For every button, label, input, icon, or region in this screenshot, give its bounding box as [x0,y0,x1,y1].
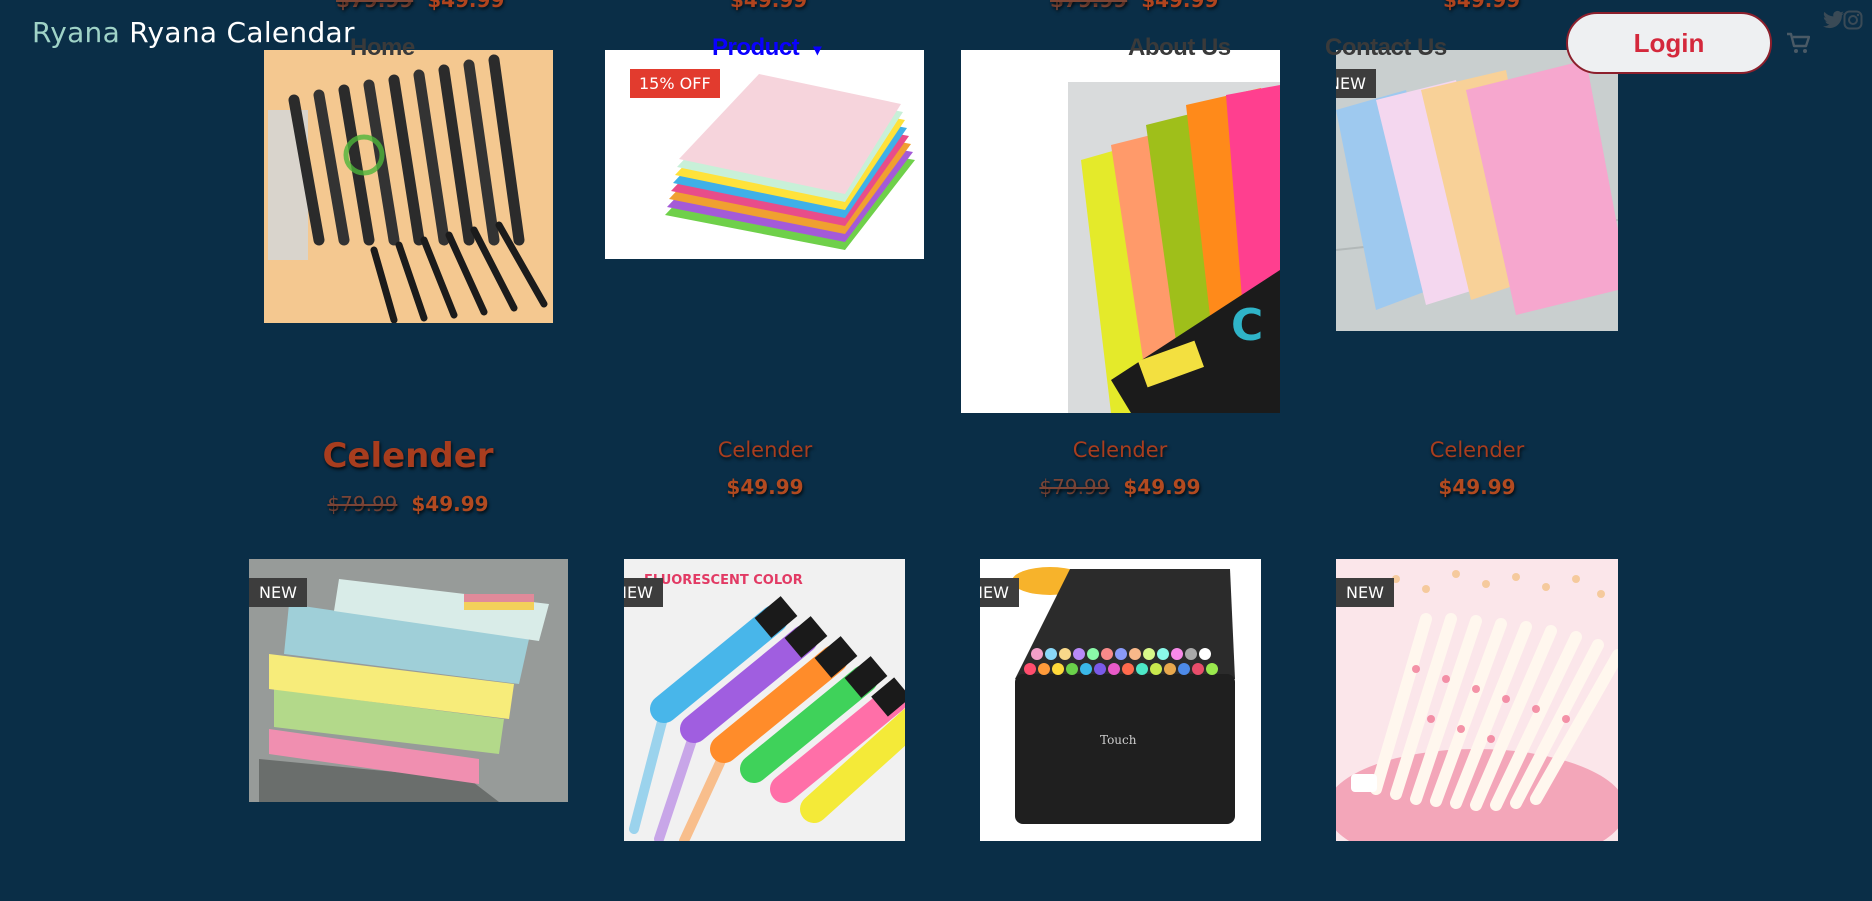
new-badge: NEW [1336,69,1376,98]
price: $49.99 [730,0,808,12]
product-image-colored-paper[interactable]: 15% OFF [605,50,924,259]
product-image-cute-pens[interactable]: NEW [1336,559,1618,841]
cutoff-price-2: $49.99 [730,0,807,12]
brand-logo[interactable]: Ryana Ryana Calendar [32,16,355,49]
nav-home[interactable]: Home [350,34,415,62]
svg-text:C: C [1231,300,1263,351]
sale-price: $49.99 [1438,475,1516,499]
cutoff-price-3: $79.99 $49.99 [1050,0,1218,12]
nav-about[interactable]: About Us [1128,34,1231,62]
neon-paper-illustration: C [961,50,1280,413]
instagram-icon[interactable] [1843,10,1863,34]
twitter-icon[interactable] [1823,10,1845,34]
product-image-note-blocks[interactable]: NEW [249,559,568,802]
marker-case-illustration: Touch [980,559,1261,841]
old-price: $79.99 [1039,475,1110,499]
sale-price: $49.99 [1123,475,1201,499]
product-price: $49.99 [615,475,915,499]
old-price: $79.99 [1050,0,1128,12]
old-price: $79.99 [327,492,398,516]
sale-price: $49.99 [726,475,804,499]
product-image-pens[interactable] [264,50,553,323]
product-image-highlighters[interactable]: FLUORESCENT COLOR NEW [624,559,905,841]
pastel-paper-illustration [1336,50,1618,331]
image-caption: FLUORESCENT COLOR [644,573,803,588]
price: $49.99 [1141,0,1219,12]
product-image-neon-paper[interactable]: C [961,50,1280,413]
svg-text:Touch: Touch [1100,733,1137,747]
product-price: $79.99 $49.99 [970,475,1270,499]
highlighters-illustration: FLUORESCENT COLOR [624,559,905,841]
product-image-marker-case[interactable]: Touch NEW [980,559,1261,841]
pens-illustration [264,50,553,323]
brand-prefix: Ryana [32,16,121,49]
login-button[interactable]: Login [1566,12,1772,74]
nav-product[interactable]: Product ▾ [712,34,821,62]
old-price: $79.99 [336,0,414,12]
price: $49.99 [427,0,505,12]
product-price: $49.99 [1327,475,1627,499]
product-price: $79.99 $49.99 [258,492,558,516]
cutoff-price-1: $79.99 $49.99 [336,0,504,12]
sale-price: $49.99 [411,492,489,516]
product-name[interactable]: Celender [258,436,558,476]
discount-badge: 15% OFF [630,69,720,98]
nav-contact[interactable]: Contact Us [1325,34,1447,62]
product-name[interactable]: Celender [615,438,915,462]
new-badge: NEW [249,578,307,607]
brand-name: Ryana Calendar [129,16,355,49]
product-name[interactable]: Celender [970,438,1270,462]
product-name[interactable]: Celender [1327,438,1627,462]
new-badge: NEW [624,578,663,607]
new-badge: NEW [1336,578,1394,607]
product-image-pastel-paper[interactable]: NEW [1336,50,1618,331]
new-badge: NEW [980,578,1019,607]
cutoff-price-4: $49.99 [1443,0,1520,12]
price: $49.99 [1443,0,1521,12]
nav-product-label: Product [712,34,800,61]
cart-icon[interactable] [1786,32,1811,58]
chevron-down-icon: ▾ [813,42,821,59]
